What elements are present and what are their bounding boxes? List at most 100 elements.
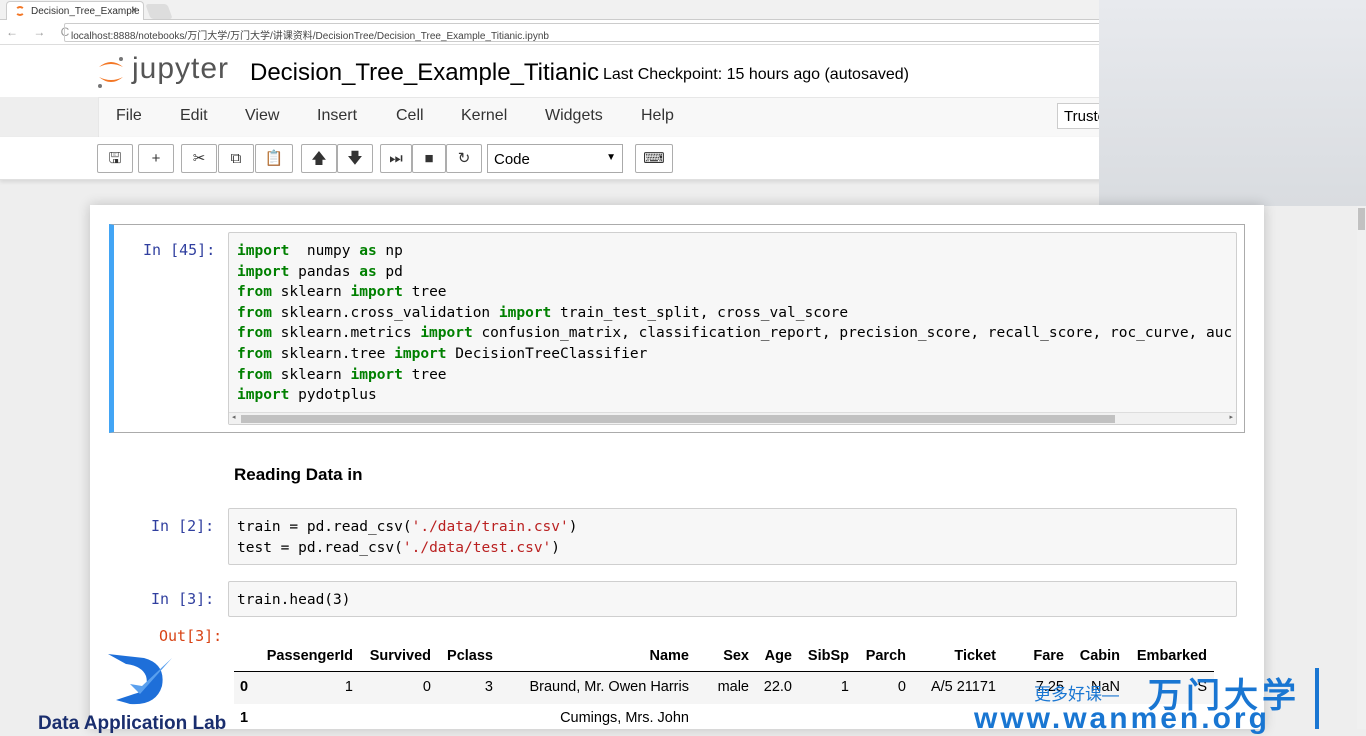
input-prompt: In [45]: — [143, 241, 216, 259]
code-line: from sklearn.metrics import confusion_ma… — [237, 323, 1236, 344]
markdown-heading: Reading Data in — [234, 465, 363, 484]
menu-widgets[interactable]: Widgets — [545, 107, 603, 125]
code-line: test = pd.read_csv('./data/test.csv') — [237, 538, 1236, 559]
code-token: pandas — [289, 263, 360, 280]
menu-view[interactable]: View — [245, 107, 279, 125]
code-token: sklearn — [271, 366, 351, 383]
keyword: from — [237, 304, 272, 321]
checkpoint-status: Last Checkpoint: 15 hours ago (autosaved… — [603, 66, 909, 83]
column-header[interactable]: Survived — [370, 648, 431, 664]
column-header[interactable]: Embarked — [1137, 648, 1207, 664]
code-token: pd — [376, 263, 403, 280]
keyword: as — [359, 243, 377, 259]
jupyter-logo-text: jupyter — [132, 52, 230, 85]
cut-button[interactable]: ✂ — [181, 144, 217, 173]
code-token: numpy — [289, 243, 360, 259]
copy-icon: ⧉ — [230, 150, 242, 167]
table-cell: A/5 21171 — [930, 679, 996, 695]
menu-kernel[interactable]: Kernel — [461, 107, 507, 125]
code-line: import numpy as np — [237, 241, 1236, 262]
code-line: from sklearn import tree — [237, 282, 1236, 303]
table-cell: 0 — [422, 679, 431, 695]
input-prompt: In [2]: — [151, 517, 215, 535]
arrow-up-button[interactable]: 🡅 — [301, 144, 337, 173]
close-tab-icon[interactable]: × — [131, 5, 137, 16]
menu-edit[interactable]: Edit — [180, 107, 208, 125]
menu-cell[interactable]: Cell — [396, 107, 424, 125]
dal-text: Data Application Lab — [38, 713, 227, 734]
table-cell: 3 — [484, 679, 493, 695]
plus-button[interactable]: + — [138, 144, 174, 173]
keyword: import — [237, 387, 290, 404]
dropdown-arrow-icon: ▼ — [606, 152, 616, 163]
code-token: ) — [551, 539, 561, 556]
arrow-up-icon: 🡅 — [311, 150, 327, 167]
code-token: confusion_matrix, classification_report,… — [472, 325, 1233, 342]
column-header[interactable]: Sex — [723, 648, 749, 664]
horizontal-scrollbar[interactable]: ◂ ▸ — [229, 412, 1236, 424]
stop-icon: ■ — [424, 150, 434, 167]
code-token: sklearn — [271, 284, 351, 301]
keyword: from — [237, 325, 272, 342]
arrow-down-icon: 🡇 — [347, 150, 363, 167]
menu-insert[interactable]: Insert — [317, 107, 357, 125]
code-token: train_test_split, cross_val_score — [551, 304, 849, 321]
column-header[interactable]: Fare — [1033, 648, 1064, 664]
table-cell: Braund, Mr. Owen Harris — [529, 679, 689, 695]
column-header[interactable]: PassengerId — [267, 648, 353, 664]
browser-tab[interactable]: Decision_Tree_Example × — [6, 1, 144, 20]
keyword: import — [237, 243, 290, 259]
copy-button[interactable]: ⧉ — [218, 144, 254, 173]
code-token: test = pd.read_csv( — [237, 539, 403, 556]
code-line: train = pd.read_csv('./data/train.csv') — [237, 517, 1236, 538]
keyboard-button[interactable]: ⌨ — [635, 144, 673, 173]
save-button[interactable]: 🖫 — [97, 144, 133, 173]
cell-type-select[interactable]: Code ▼ — [487, 144, 623, 173]
jupyter-logo-icon[interactable] — [96, 55, 126, 89]
column-header[interactable]: Cabin — [1080, 648, 1120, 664]
column-header[interactable]: SibSp — [808, 648, 849, 664]
code-token: train = pd.read_csv( — [237, 519, 412, 535]
keyboard-icon: ⌨ — [643, 150, 665, 167]
keyword: from — [237, 284, 272, 301]
column-header[interactable]: Age — [765, 648, 792, 664]
column-header[interactable]: Name — [650, 648, 690, 664]
arrow-down-button[interactable]: 🡇 — [337, 144, 373, 173]
table-cell: 22.0 — [763, 679, 792, 695]
code-token: tree — [402, 366, 447, 383]
table-cell: Cumings, Mrs. John — [560, 710, 689, 726]
save-icon: 🖫 — [108, 150, 122, 167]
data-application-lab-watermark: Data Application Lab — [38, 650, 248, 734]
code-input[interactable]: import numpy as np import pandas as pd fro… — [228, 232, 1237, 425]
code-line: from sklearn import tree — [237, 365, 1236, 386]
refresh-button[interactable]: ↻ — [446, 144, 482, 173]
plus-icon: + — [151, 150, 161, 167]
notebook-title[interactable]: Decision_Tree_Example_Titianic — [250, 59, 599, 87]
page-scrollbar[interactable] — [1357, 206, 1366, 729]
code-token: train.head(3) — [237, 592, 351, 608]
menu-help[interactable]: Help — [641, 107, 674, 125]
column-header[interactable]: Pclass — [447, 648, 493, 664]
output-prompt: Out[3]: — [159, 627, 223, 645]
table-cell: 0 — [897, 679, 906, 695]
url-field[interactable]: localhost:8888/notebooks/万门大学/万门大学/讲课资料/… — [64, 23, 1104, 42]
webcam-overlay — [1099, 0, 1366, 206]
keyword: from — [237, 366, 272, 383]
wanmen-watermark: 更多好课— 万门大学 www.wanmen.org — [974, 668, 1366, 735]
code-input[interactable]: train = pd.read_csv('./data/train.csv') t… — [228, 508, 1237, 565]
stop-button[interactable]: ■ — [412, 144, 446, 173]
step-forward-button[interactable]: ⏭ — [380, 144, 412, 173]
code-token: sklearn.cross_validation — [271, 304, 499, 321]
code-token: ) — [568, 519, 578, 535]
menu-file[interactable]: File — [116, 107, 142, 125]
string-literal: './data/test.csv' — [402, 539, 552, 556]
cut-icon: ✂ — [192, 150, 206, 167]
column-header[interactable]: Parch — [866, 648, 906, 664]
table-cell: male — [717, 679, 749, 695]
code-token: np — [376, 243, 403, 259]
code-token: sklearn.metrics — [271, 325, 421, 342]
cell-type-value: Code — [494, 151, 530, 168]
code-input[interactable]: train.head(3) — [228, 581, 1237, 617]
paste-button[interactable]: 📋 — [255, 144, 293, 173]
column-header[interactable]: Ticket — [954, 648, 996, 664]
